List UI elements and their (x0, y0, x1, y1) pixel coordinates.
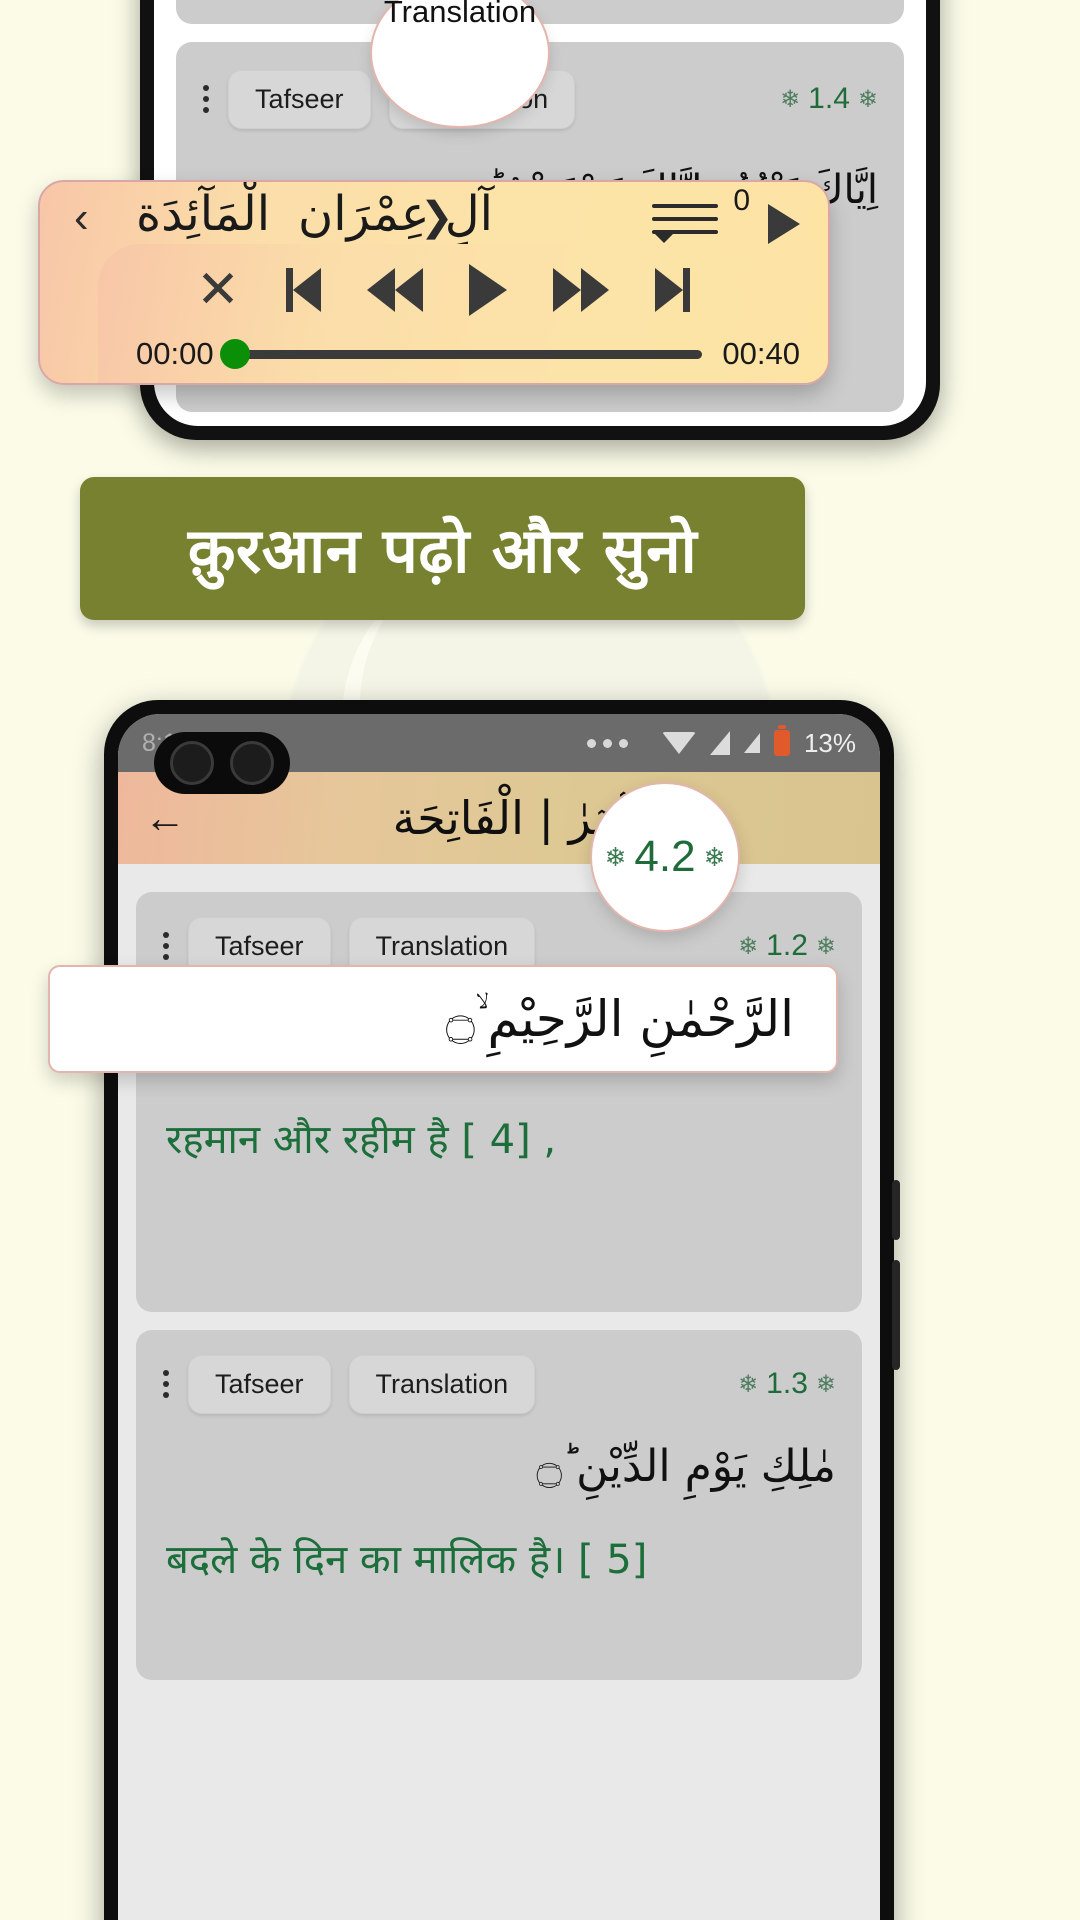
player-transport-controls: ✕ (98, 244, 828, 336)
progress-slider[interactable] (219, 339, 703, 369)
ornament-icon: ❄ (815, 932, 836, 960)
rating-value: 4.2 (634, 832, 696, 881)
phone-side-button (892, 1180, 900, 1240)
ornament-icon: ❄ (738, 932, 759, 960)
signal-icon (709, 731, 730, 755)
battery-icon (773, 725, 790, 756)
translation-button[interactable]: Translation (348, 1354, 536, 1414)
promo-banner-text: क़ुरआन पढ़ो और सुनो (187, 513, 698, 587)
tafseer-button[interactable]: Tafseer (228, 69, 371, 129)
ornament-icon: ❄ (815, 1370, 836, 1398)
ayah-number: ❄ 1.4 ❄ (780, 82, 878, 116)
wifi-icon (661, 732, 696, 754)
ornament-icon: ❄ (738, 1370, 759, 1398)
more-options-icon[interactable] (202, 85, 210, 113)
repeat-count: 0 (733, 184, 750, 217)
ayah-number-value: 1.3 (766, 1367, 808, 1400)
ayah-hindi-text: बदले के दिन का मालिक है। [ 5] (166, 1537, 648, 1583)
ayah-number: ❄ 1.3 ❄ (738, 1367, 836, 1401)
translation-tooltip-label: Translation (383, 0, 537, 29)
current-time-label: 00:00 (136, 336, 214, 371)
chevron-right-icon[interactable]: ❯ (420, 194, 454, 240)
rating-badge-content: ❄ 4.2 ❄ (605, 832, 726, 882)
play-icon[interactable] (468, 264, 507, 316)
rewind-icon[interactable] (366, 268, 423, 312)
fast-forward-icon[interactable] (552, 268, 609, 312)
phone-volume-button (892, 1260, 900, 1370)
surah-name-left[interactable]: الْمَآئِدَة (136, 186, 270, 242)
ayah-number-value: 1.4 (808, 82, 850, 115)
back-arrow-icon[interactable]: ← (144, 797, 186, 839)
status-icons: 13% (586, 725, 856, 759)
tafseer-button[interactable]: Tafseer (188, 1354, 331, 1414)
overlay-arabic-text: الرَّحْمٰنِ الرَّحِيْمِ ۙ۝ (445, 989, 794, 1048)
progress-knob[interactable] (219, 339, 250, 369)
audio-player-overlay[interactable]: ‹ الْمَآئِدَة آلِ عِمْرَان ❯ 0 ✕ 00:00 0… (38, 180, 830, 385)
punch-hole-camera (154, 732, 290, 794)
bottom-phone-mockup: 8:18 13% ← الٓمٓرٰ | الْفَاتِحَة (104, 700, 900, 1920)
close-icon[interactable]: ✕ (196, 264, 240, 316)
verse-card: Tafseer Translation ❄ 1.2 ❄ रहमान और रही… (136, 892, 862, 1312)
surah-name-right[interactable]: آلِ عِمْرَان (298, 186, 493, 242)
ayah-number: ❄ 1.2 ❄ (738, 929, 836, 963)
player-play-icon[interactable] (768, 204, 800, 244)
ayah-hindi-text: रहमान और रहीम है [ 4] , (166, 1117, 557, 1163)
more-options-icon[interactable] (162, 932, 170, 960)
battery-percent: 13% (803, 727, 856, 758)
player-progress-row: 00:00 00:40 (60, 336, 828, 372)
screenshot-stage: Tafseer Translation ❄ 1.4 ❄ اِيَّاكَ نَع… (0, 0, 1080, 1920)
ayah-arabic-text: مٰلِكِ يَوْمِ الدِّيْنِ ؕ۝ (536, 1441, 836, 1492)
bottom-phone-screen: 8:18 13% ← الٓمٓرٰ | الْفَاتِحَة (118, 714, 880, 1920)
signal-icon (743, 733, 760, 753)
player-body: ✕ 00:00 00:40 (98, 244, 828, 383)
ornament-icon: ❄ (703, 841, 726, 872)
player-back-icon[interactable]: ‹ (74, 196, 89, 240)
surah-title: الٓمٓرٰ | الْفَاتِحَة (392, 791, 648, 845)
verse-card: Tafseer Translation ❄ 1.3 ❄ مٰلِكِ يَوْم… (136, 1330, 862, 1680)
promo-banner: क़ुरआन पढ़ो और सुनो (80, 477, 805, 620)
ornament-icon: ❄ (780, 85, 801, 113)
verse-toolbar: Tafseer Translation ❄ 1.3 ❄ (136, 1354, 862, 1414)
more-notifications-icon (586, 738, 628, 748)
arabic-verse-overlay-strip: الرَّحْمٰنِ الرَّحِيْمِ ۙ۝ (48, 965, 838, 1073)
ornament-icon: ❄ (857, 85, 878, 113)
rating-badge: ❄ 4.2 ❄ (590, 782, 740, 932)
total-time-label: 00:40 (722, 336, 800, 371)
skip-next-icon[interactable] (654, 268, 690, 312)
skip-previous-icon[interactable] (285, 268, 321, 312)
ayah-number-value: 1.2 (766, 929, 808, 962)
ornament-icon: ❄ (604, 841, 627, 872)
more-options-icon[interactable] (162, 1370, 170, 1398)
